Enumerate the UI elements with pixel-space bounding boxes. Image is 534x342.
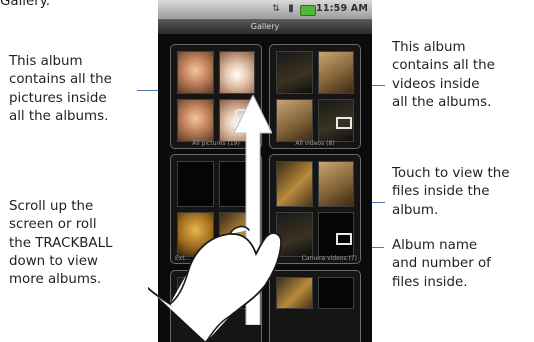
status-bar: ⇅ ▮ 11:59 AM [158,0,372,20]
annotation-line: Scroll up the [9,199,94,214]
annotation-line: more albums. [9,272,102,288]
sync-icon: ⇅ [272,4,280,14]
thumbnail [177,99,214,142]
thumbnail [317,51,354,94]
annotation-album-name: Album name and number of files inside. [392,237,491,292]
battery-icon [300,5,316,16]
annotation-all-videos: This album contains all the videos insid… [392,39,495,112]
status-time: 11:59 AM [316,3,368,14]
annotation-line: videos inside [392,76,480,92]
thumbnail [218,51,255,94]
annotation-all-pictures: This album contains all the pictures ins… [9,53,112,126]
status-icons: ⇅ ▮ [270,3,316,16]
annotation-line: pictures inside [9,90,107,106]
annotation-line: album. [392,202,439,218]
thumbnail [276,51,313,94]
annotation-line: down to view [9,253,98,269]
pointing-hand [148,225,282,342]
annotation-scroll-hint: Scroll up the screen or roll the TRACKBA… [9,198,113,289]
gallery-title: Gallery [250,22,280,31]
gallery-title-bar: Gallery [158,20,372,34]
annotation-line: This album [392,40,466,55]
annotation-line: the TRACKBALL [9,235,113,251]
signal-icon: ▮ [288,3,294,14]
film-icon [336,233,352,245]
annotation-line: This album [9,54,83,69]
film-icon [336,117,352,129]
thumbnail [317,277,354,309]
album-all-videos[interactable]: All videos (8) [269,44,361,149]
annotation-touch-hint: Touch to view the files inside the album… [392,165,509,220]
annotation-line: files inside the [392,184,490,200]
thumbnail [276,99,313,142]
annotation-line: all the albums. [392,94,492,110]
thumbnail [177,51,214,94]
album-label: All videos (8) [295,140,335,147]
annotation-line: screen or roll [9,217,97,233]
annotation-line: files inside. [392,274,468,290]
annotation-line: contains all the [392,58,495,74]
top-caption: Gallery. [0,0,51,9]
annotation-line: all the albums. [9,108,109,124]
thumbnail [317,161,354,207]
annotation-line: Album name [392,238,478,253]
annotation-line: Touch to view the [392,166,510,181]
annotation-line: and number of [392,256,491,272]
annotation-line: contains all the [9,72,112,88]
